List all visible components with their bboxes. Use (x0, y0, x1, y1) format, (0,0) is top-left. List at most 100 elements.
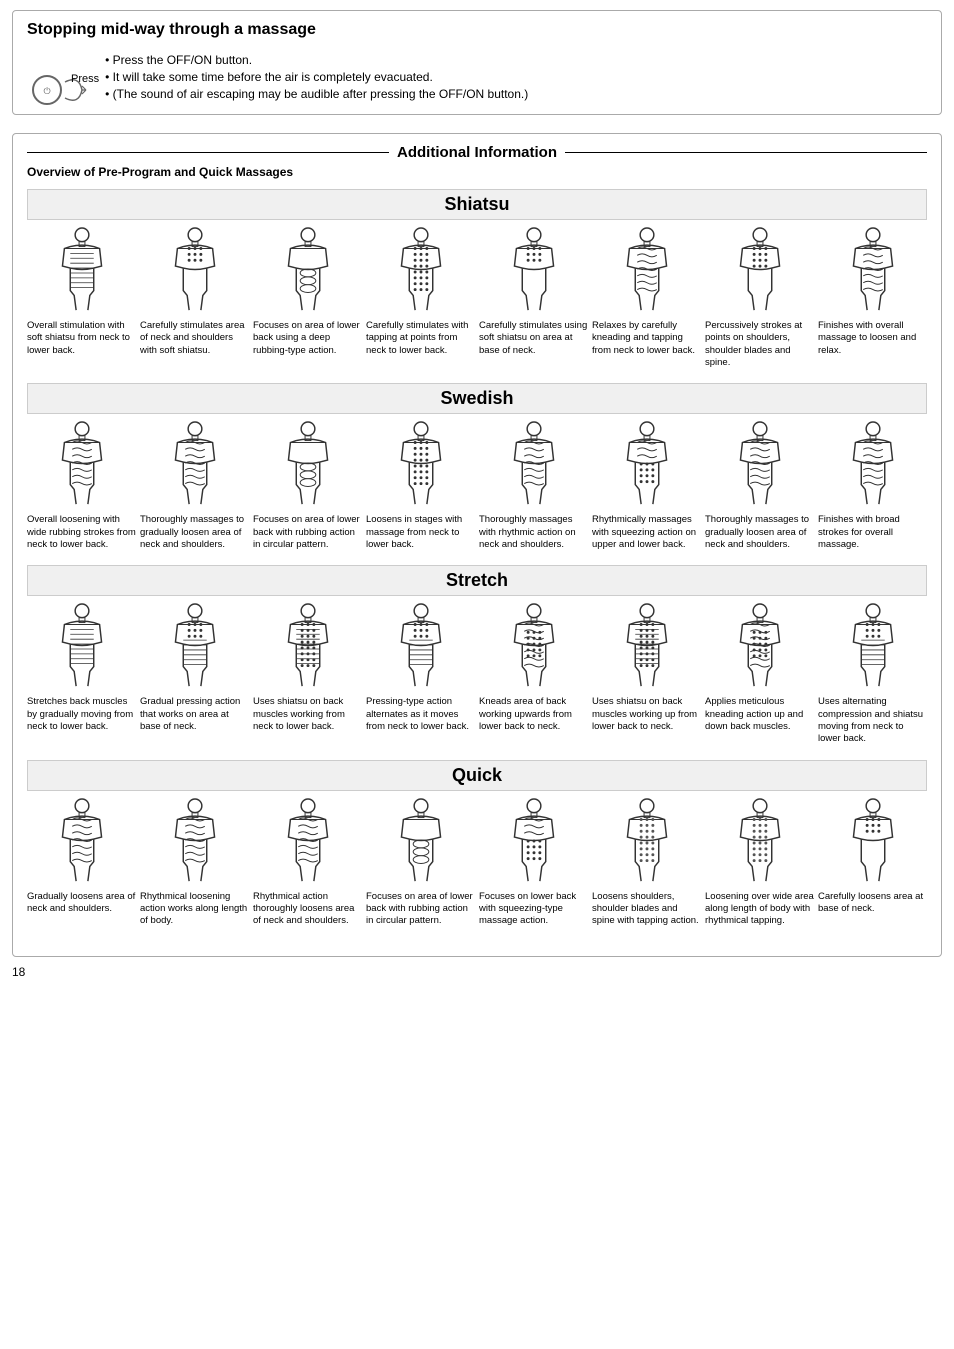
massage-figure-1-7 (837, 420, 909, 510)
category-block-swedish: Swedish Overall loosening with wide rubbi… (27, 383, 927, 551)
massage-item-0-6: Percussively strokes at points on should… (705, 226, 814, 369)
massage-item-0-1: Carefully stimulates area of neck and sh… (140, 226, 249, 369)
massage-item-1-2: Focuses on area of lower back with rubbi… (253, 420, 362, 551)
page-number: 18 (12, 965, 942, 979)
massage-desc-1-4: Thoroughly massages with rhythmic action… (479, 514, 588, 551)
massage-item-3-7: Carefully loosens area at base of neck. (818, 797, 927, 928)
massage-desc-3-2: Rhythmical action thoroughly loosens are… (253, 891, 362, 928)
additional-title-text: Additional Information (397, 144, 557, 161)
stop-bullet-3: (The sound of air escaping may be audibl… (105, 87, 528, 101)
massage-desc-2-7: Uses alternating compression and shiatsu… (818, 696, 927, 745)
additional-title: Additional Information (27, 144, 927, 161)
massage-item-3-0: Gradually loosens area of neck and shoul… (27, 797, 136, 928)
stop-section: Stopping mid-way through a massage ⏻ Pre… (12, 10, 942, 115)
category-header-quick: Quick (27, 760, 927, 791)
massage-item-2-7: Uses alternating compression and shiatsu… (818, 602, 927, 745)
massage-figure-2-1 (159, 602, 231, 692)
massage-item-3-1: Rhythmical loosening action works along … (140, 797, 249, 928)
massage-figure-0-4 (498, 226, 570, 316)
massage-desc-0-2: Focuses on area of lower back using a de… (253, 320, 362, 357)
additional-section: Additional Information Overview of Pre-P… (12, 133, 942, 957)
massage-figure-1-6 (724, 420, 796, 510)
massage-figure-2-5 (611, 602, 683, 692)
category-header-swedish: Swedish (27, 383, 927, 414)
massage-figure-0-5 (611, 226, 683, 316)
category-block-shiatsu: Shiatsu Overall stimulation with soft shi… (27, 189, 927, 369)
massage-item-2-5: Uses shiatsu on back muscles working up … (592, 602, 701, 745)
massage-item-0-4: Carefully stimulates using soft shiatsu … (479, 226, 588, 369)
massage-figure-0-2 (272, 226, 344, 316)
massage-desc-0-3: Carefully stimulates with tapping at poi… (366, 320, 475, 357)
massage-grid-stretch: Stretches back muscles by gradually movi… (27, 602, 927, 745)
massage-item-3-2: Rhythmical action thoroughly loosens are… (253, 797, 362, 928)
massage-figure-3-3 (385, 797, 457, 887)
massage-figure-3-6 (724, 797, 796, 887)
massage-figure-2-3 (385, 602, 457, 692)
massage-figure-0-7 (837, 226, 909, 316)
press-area: ⏻ Press Press the OFF/ON button. It will… (27, 53, 927, 104)
massage-item-2-1: Gradual pressing action that works on ar… (140, 602, 249, 745)
stop-bullet-1: Press the OFF/ON button. (105, 53, 528, 67)
stop-bullet-2: It will take some time before the air is… (105, 70, 528, 84)
massage-item-1-0: Overall loosening with wide rubbing stro… (27, 420, 136, 551)
massage-desc-2-2: Uses shiatsu on back muscles working fro… (253, 696, 362, 733)
massage-item-0-2: Focuses on area of lower back using a de… (253, 226, 362, 369)
massage-item-1-3: Loosens in stages with massage from neck… (366, 420, 475, 551)
massage-desc-0-5: Relaxes by carefully kneading and tappin… (592, 320, 701, 357)
massage-desc-3-7: Carefully loosens area at base of neck. (818, 891, 927, 916)
massage-item-0-7: Finishes with overall massage to loosen … (818, 226, 927, 369)
massage-item-1-7: Finishes with broad strokes for overall … (818, 420, 927, 551)
stop-content: Stopping mid-way through a massage ⏻ Pre… (27, 21, 927, 104)
massage-figure-2-7 (837, 602, 909, 692)
massage-desc-3-5: Loosens shoulders, shoulder blades and s… (592, 891, 701, 928)
category-header-stretch: Stretch (27, 565, 927, 596)
massage-figure-1-3 (385, 420, 457, 510)
massage-desc-2-1: Gradual pressing action that works on ar… (140, 696, 249, 733)
page-wrapper: Stopping mid-way through a massage ⏻ Pre… (12, 10, 942, 979)
massage-desc-0-1: Carefully stimulates area of neck and sh… (140, 320, 249, 357)
massage-item-2-3: Pressing-type action alternates as it mo… (366, 602, 475, 745)
massage-desc-2-3: Pressing-type action alternates as it mo… (366, 696, 475, 733)
massage-figure-0-6 (724, 226, 796, 316)
categories-container: Shiatsu Overall stimulation with soft shi… (27, 189, 927, 928)
massage-item-2-0: Stretches back muscles by gradually movi… (27, 602, 136, 745)
massage-item-2-4: Kneads area of back working upwards from… (479, 602, 588, 745)
massage-desc-2-0: Stretches back muscles by gradually movi… (27, 696, 136, 733)
massage-desc-1-3: Loosens in stages with massage from neck… (366, 514, 475, 551)
massage-desc-2-5: Uses shiatsu on back muscles working up … (592, 696, 701, 733)
massage-figure-3-7 (837, 797, 909, 887)
massage-figure-1-5 (611, 420, 683, 510)
massage-desc-1-6: Thoroughly massages to gradually loosen … (705, 514, 814, 551)
massage-item-2-2: Uses shiatsu on back muscles working fro… (253, 602, 362, 745)
massage-desc-3-3: Focuses on area of lower back with rubbi… (366, 891, 475, 928)
massage-figure-2-6 (724, 602, 796, 692)
svg-text:⏻: ⏻ (43, 86, 50, 96)
massage-figure-1-2 (272, 420, 344, 510)
category-header-shiatsu: Shiatsu (27, 189, 927, 220)
category-block-quick: Quick Gradually loosens area of neck and … (27, 760, 927, 928)
press-icon: ⏻ (27, 60, 65, 98)
massage-item-0-3: Carefully stimulates with tapping at poi… (366, 226, 475, 369)
massage-desc-3-1: Rhythmical loosening action works along … (140, 891, 249, 928)
press-label: Press (71, 73, 99, 85)
massage-desc-1-2: Focuses on area of lower back with rubbi… (253, 514, 362, 551)
massage-grid-quick: Gradually loosens area of neck and shoul… (27, 797, 927, 928)
massage-figure-0-1 (159, 226, 231, 316)
massage-figure-3-4 (498, 797, 570, 887)
massage-grid-shiatsu: Overall stimulation with soft shiatsu fr… (27, 226, 927, 369)
massage-item-1-1: Thoroughly massages to gradually loosen … (140, 420, 249, 551)
massage-item-1-4: Thoroughly massages with rhythmic action… (479, 420, 588, 551)
massage-figure-1-1 (159, 420, 231, 510)
massage-figure-2-0 (46, 602, 118, 692)
massage-figure-2-2 (272, 602, 344, 692)
massage-figure-3-2 (272, 797, 344, 887)
massage-desc-3-4: Focuses on lower back with squeezing-typ… (479, 891, 588, 928)
massage-figure-3-0 (46, 797, 118, 887)
massage-figure-2-4 (498, 602, 570, 692)
massage-figure-1-4 (498, 420, 570, 510)
massage-grid-swedish: Overall loosening with wide rubbing stro… (27, 420, 927, 551)
massage-figure-0-0 (46, 226, 118, 316)
massage-desc-3-0: Gradually loosens area of neck and shoul… (27, 891, 136, 916)
massage-desc-0-4: Carefully stimulates using soft shiatsu … (479, 320, 588, 357)
massage-item-0-0: Overall stimulation with soft shiatsu fr… (27, 226, 136, 369)
